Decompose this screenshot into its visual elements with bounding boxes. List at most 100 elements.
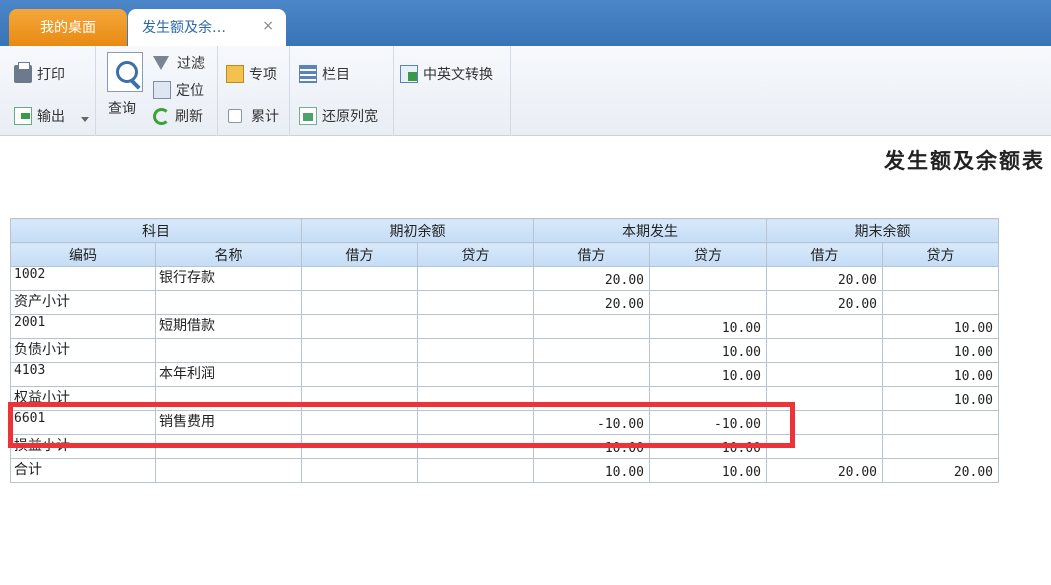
cell-amount	[882, 290, 999, 315]
cell-name: 短期借款	[155, 314, 302, 339]
cell-amount: -10.00	[533, 410, 650, 435]
lang-switch-button[interactable]: 中英文转换	[400, 64, 493, 84]
cell-code: 4103	[10, 362, 156, 387]
cell-amount	[301, 314, 418, 339]
cell-amount	[417, 314, 534, 339]
cell-amount: -10.00	[649, 410, 767, 435]
refresh-label: 刷新	[175, 109, 203, 125]
table-row[interactable]: 负债小计 10.00 10.00	[10, 338, 999, 363]
sub-header-row: 编码 名称 借方 贷方 借方 贷方 借方 贷方	[10, 242, 999, 267]
cell-amount	[766, 338, 883, 363]
columns-button[interactable]: 栏目	[299, 64, 350, 84]
tab-balance-report[interactable]: 发生额及余… ×	[128, 9, 286, 46]
balance-table: 科目 期初余额 本期发生 期末余额 编码 名称 借方 贷方 借方 贷方 借方 贷…	[10, 218, 999, 483]
table-row[interactable]: 6601 销售费用 -10.00 -10.00	[10, 410, 999, 435]
tab-balance-report-label: 发生额及余…	[142, 20, 226, 36]
cell-name: 银行存款	[155, 266, 302, 291]
cell-amount: 10.00	[882, 314, 999, 339]
cell-amount	[649, 386, 767, 411]
table-row[interactable]: 资产小计 20.00 20.00	[10, 290, 999, 315]
restore-width-icon	[299, 107, 317, 125]
cell-amount: 10.00	[882, 386, 999, 411]
export-label: 输出	[37, 109, 65, 125]
special-icon	[226, 65, 244, 83]
cell-code: 6601	[10, 410, 156, 435]
cell-amount	[766, 386, 883, 411]
cell-amount	[301, 338, 418, 363]
header-closing-credit[interactable]: 贷方	[882, 242, 999, 267]
query-button[interactable]: 查询	[108, 98, 136, 118]
export-icon	[14, 107, 32, 125]
restore-width-button[interactable]: 还原列宽	[299, 106, 378, 126]
close-icon[interactable]: ×	[262, 18, 274, 34]
tab-my-desktop[interactable]: 我的桌面	[9, 9, 127, 46]
cell-code: 1002	[10, 266, 156, 291]
refresh-icon	[153, 107, 170, 125]
special-button[interactable]: 专项	[226, 64, 277, 84]
cell-amount	[417, 362, 534, 387]
header-closing-balance[interactable]: 期末余额	[766, 218, 999, 243]
print-button[interactable]: 打印	[14, 62, 65, 84]
header-subject[interactable]: 科目	[10, 218, 302, 243]
cell-amount: 20.00	[766, 266, 883, 291]
header-current-period[interactable]: 本期发生	[533, 218, 767, 243]
cell-code: 2001	[10, 314, 156, 339]
cell-amount	[533, 338, 650, 363]
cell-amount	[649, 290, 767, 315]
header-name[interactable]: 名称	[155, 242, 302, 267]
cell-amount	[417, 266, 534, 291]
chevron-down-icon[interactable]	[81, 117, 89, 122]
export-button[interactable]: 输出	[14, 106, 65, 126]
header-code[interactable]: 编码	[10, 242, 156, 267]
cell-code: 合计	[10, 458, 156, 483]
cell-amount	[533, 386, 650, 411]
query-label: 查询	[108, 101, 136, 117]
toolbar-group-output: 打印 输出	[0, 46, 96, 136]
columns-icon	[299, 65, 317, 83]
header-period-credit[interactable]: 贷方	[649, 242, 767, 267]
table-row[interactable]: 损益小计 10.00 10.00	[10, 434, 999, 459]
cell-amount	[301, 458, 418, 483]
cell-amount	[766, 410, 883, 435]
cell-amount: 10.00	[533, 434, 650, 459]
cell-amount	[882, 410, 999, 435]
table-row[interactable]: 合计 10.00 10.00 20.00 20.00	[10, 458, 999, 483]
cell-amount	[417, 338, 534, 363]
cell-amount	[417, 290, 534, 315]
cell-amount	[417, 458, 534, 483]
report-title: 发生额及余额表	[884, 149, 1045, 173]
cell-amount: 10.00	[649, 338, 767, 363]
lang-switch-label: 中英文转换	[423, 67, 493, 83]
cell-amount: 10.00	[533, 458, 650, 483]
locate-button[interactable]: 定位	[153, 80, 204, 100]
cell-name	[155, 434, 302, 459]
cell-amount	[533, 314, 650, 339]
cell-amount	[301, 290, 418, 315]
header-period-debit[interactable]: 借方	[533, 242, 650, 267]
query-icon[interactable]	[107, 52, 143, 92]
table-row[interactable]: 1002 银行存款 20.00 20.00	[10, 266, 999, 291]
header-opening-credit[interactable]: 贷方	[417, 242, 534, 267]
refresh-button[interactable]: 刷新	[153, 106, 203, 126]
header-opening-debit[interactable]: 借方	[301, 242, 418, 267]
cumulative-checkbox[interactable]: 累计	[228, 106, 279, 126]
header-closing-debit[interactable]: 借方	[766, 242, 883, 267]
header-opening-balance[interactable]: 期初余额	[301, 218, 534, 243]
toolbar-group-language: 中英文转换	[394, 46, 511, 136]
cumulative-label: 累计	[251, 109, 279, 125]
cell-amount: 10.00	[882, 362, 999, 387]
table-row[interactable]: 权益小计 10.00	[10, 386, 999, 411]
language-icon	[400, 65, 418, 83]
cell-amount	[882, 434, 999, 459]
cell-amount	[301, 266, 418, 291]
filter-button[interactable]: 过滤	[153, 53, 205, 73]
cell-name	[155, 290, 302, 315]
table-row[interactable]: 4103 本年利润 10.00 10.00	[10, 362, 999, 387]
cell-amount: 20.00	[766, 458, 883, 483]
filter-label: 过滤	[177, 56, 205, 72]
cell-name: 本年利润	[155, 362, 302, 387]
table-row[interactable]: 2001 短期借款 10.00 10.00	[10, 314, 999, 339]
tab-bar: 我的桌面 发生额及余… ×	[0, 0, 1051, 46]
printer-icon	[14, 62, 32, 83]
cell-code: 损益小计	[10, 434, 156, 459]
